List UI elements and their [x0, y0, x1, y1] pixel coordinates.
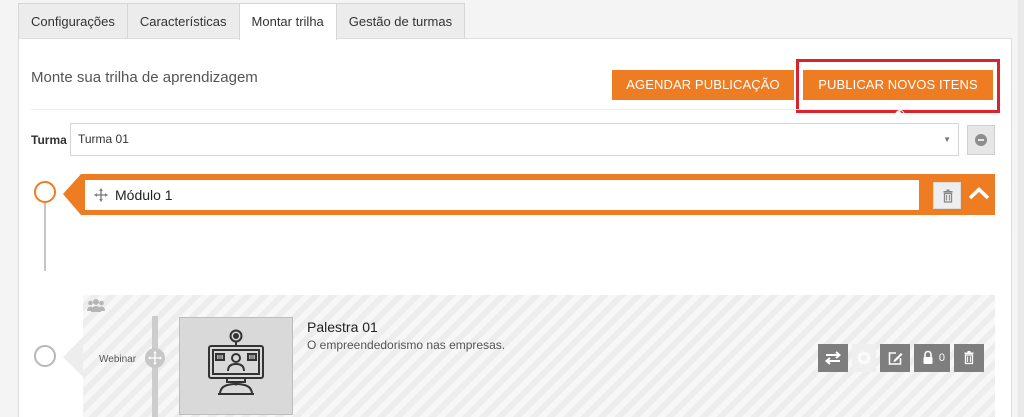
trash-icon	[964, 351, 974, 365]
turma-select[interactable]: Turma 01 ▼	[70, 123, 959, 156]
swap-button[interactable]	[818, 344, 848, 372]
lock-button[interactable]: 0	[914, 344, 950, 372]
clock-icon	[699, 110, 710, 120]
agendar-publicacao-button[interactable]: AGENDAR PUBLICAÇÃO	[612, 70, 794, 120]
publicar-novos-itens-button[interactable]: PUBLICAR NOVOS ITENS	[803, 70, 993, 120]
lock-count: 0	[938, 352, 945, 364]
tab-caracteristicas[interactable]: Características	[126, 3, 240, 39]
delete-item-button[interactable]	[954, 344, 984, 372]
edit-button[interactable]	[880, 344, 910, 372]
tab-gestao-turmas[interactable]: Gestão de turmas	[335, 3, 466, 39]
trilha-panel: Monte sua trilha de aprendizagem AGENDAR…	[18, 38, 1012, 417]
group-icon	[87, 299, 105, 312]
edit-icon	[888, 352, 903, 365]
arrow-up-circle-icon	[894, 110, 905, 120]
swap-icon	[824, 351, 842, 365]
page: Configurações Características Montar tri…	[0, 0, 1024, 417]
settings-button[interactable]	[852, 344, 876, 372]
timeline-line	[44, 203, 46, 271]
tab-bar: Configurações Características Montar tri…	[18, 3, 466, 40]
remove-turma-button[interactable]	[967, 125, 995, 155]
tab-montar-trilha[interactable]: Montar trilha	[238, 3, 337, 40]
item-type-label: Webinar	[99, 354, 137, 365]
dropdown-caret-icon: ▼	[943, 135, 951, 144]
drag-handle[interactable]	[145, 348, 165, 368]
move-icon	[148, 351, 162, 365]
gear-icon	[856, 350, 872, 366]
page-title: Monte sua trilha de aprendizagem	[31, 69, 258, 86]
scrollbar[interactable]	[1018, 0, 1024, 417]
divider	[31, 109, 995, 110]
module-timeline-node[interactable]	[34, 181, 56, 203]
lock-icon	[923, 350, 933, 364]
webinar-icon	[208, 329, 264, 395]
move-icon[interactable]	[94, 188, 108, 202]
publicar-label: PUBLICAR NOVOS ITENS	[818, 77, 978, 92]
agendar-label: AGENDAR PUBLICAÇÃO	[626, 77, 780, 92]
item-description: O empreendedorismo nas empresas.	[307, 338, 506, 352]
item-actions: 0	[818, 344, 984, 372]
item-thumbnail[interactable]	[179, 317, 293, 415]
item-arrow	[63, 337, 83, 377]
turma-selected-value: Turma 01	[78, 132, 129, 146]
module-name-field[interactable]: Módulo 1	[85, 180, 919, 210]
item-title: Palestra 01	[307, 319, 378, 335]
item-timeline-node[interactable]	[34, 345, 56, 367]
minus-circle-icon	[975, 134, 987, 146]
module-name: Módulo 1	[115, 187, 173, 203]
trash-icon	[943, 189, 953, 203]
tab-configuracoes[interactable]: Configurações	[18, 3, 128, 39]
chevron-up-icon[interactable]	[967, 182, 991, 206]
module-bar-arrow	[63, 174, 81, 215]
delete-module-button[interactable]	[933, 182, 961, 209]
turma-label: Turma	[31, 133, 67, 147]
